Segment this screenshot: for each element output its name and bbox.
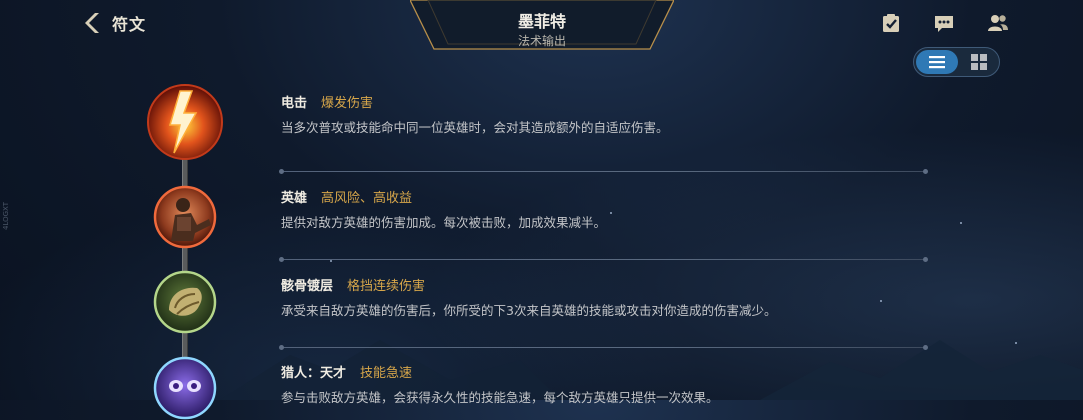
rune-row: 英雄 高风险、高收益 提供对敌方英雄的伤害加成。每次被击败，加成效果减半。 <box>281 190 606 231</box>
star-decoration <box>880 300 882 302</box>
chat-button[interactable] <box>933 12 955 34</box>
rune-row: 骸骨镀层 格挡连续伤害 承受来自敌方英雄的伤害后，你所受的下3次来自英雄的技能或攻… <box>281 278 776 319</box>
warrior-rune-icon[interactable] <box>153 185 217 249</box>
rune-description: 提供对敌方英雄的伤害加成。每次被击败，加成效果减半。 <box>281 215 607 230</box>
rune-name: 英雄 <box>281 191 308 206</box>
back-label: 符文 <box>112 15 147 34</box>
star-decoration <box>1015 342 1017 344</box>
side-watermark: 4LOGXT <box>2 202 10 230</box>
row-divider <box>279 345 928 350</box>
star-decoration <box>960 222 962 224</box>
list-view-button[interactable] <box>916 50 958 74</box>
row-divider <box>279 257 928 262</box>
rune-name: 电击 <box>281 96 308 111</box>
list-icon <box>929 56 945 69</box>
checklist-icon <box>883 14 899 32</box>
rune-description: 承受来自敌方英雄的伤害后，你所受的下3次来自英雄的技能或攻击对你造成的伤害减少。 <box>281 303 777 318</box>
champion-role: 法术输出 <box>517 34 566 48</box>
grid-icon <box>971 54 987 70</box>
rune-tag: 爆发伤害 <box>321 96 374 111</box>
lightning-rune-icon[interactable] <box>146 83 224 161</box>
champion-title-banner: 墨菲特 法术输出 <box>410 0 674 50</box>
bone-plating-rune-icon[interactable] <box>153 270 217 334</box>
star-decoration <box>330 260 332 262</box>
rune-tag: 技能急速 <box>360 366 413 381</box>
chat-icon <box>935 16 953 32</box>
back-button[interactable]: 符文 <box>80 10 146 36</box>
chevron-left-icon <box>85 13 99 33</box>
rune-row: 电击 爆发伤害 当多次普攻或技能命中同一位英雄时，会对其造成额外的自适应伤害。 <box>281 95 669 136</box>
rune-tag: 格挡连续伤害 <box>347 279 426 294</box>
rune-name: 猎人：天才 <box>281 366 347 381</box>
owl-rune-icon[interactable] <box>153 356 217 420</box>
grid-view-button[interactable] <box>959 50 999 74</box>
checklist-button[interactable] <box>880 12 902 34</box>
friends-button[interactable] <box>987 12 1009 34</box>
rune-description: 参与击败敌方英雄，会获得永久性的技能急速，每个敌方英雄只提供一次效果。 <box>281 390 719 405</box>
friends-icon <box>988 15 1008 31</box>
rune-name: 骸骨镀层 <box>281 279 334 294</box>
star-decoration <box>610 212 612 214</box>
rune-description: 当多次普攻或技能命中同一位英雄时，会对其造成额外的自适应伤害。 <box>281 120 669 135</box>
view-toggle <box>913 47 1000 77</box>
champion-name: 墨菲特 <box>517 12 566 31</box>
row-divider <box>279 169 928 174</box>
rune-tag: 高风险、高收益 <box>321 191 413 206</box>
